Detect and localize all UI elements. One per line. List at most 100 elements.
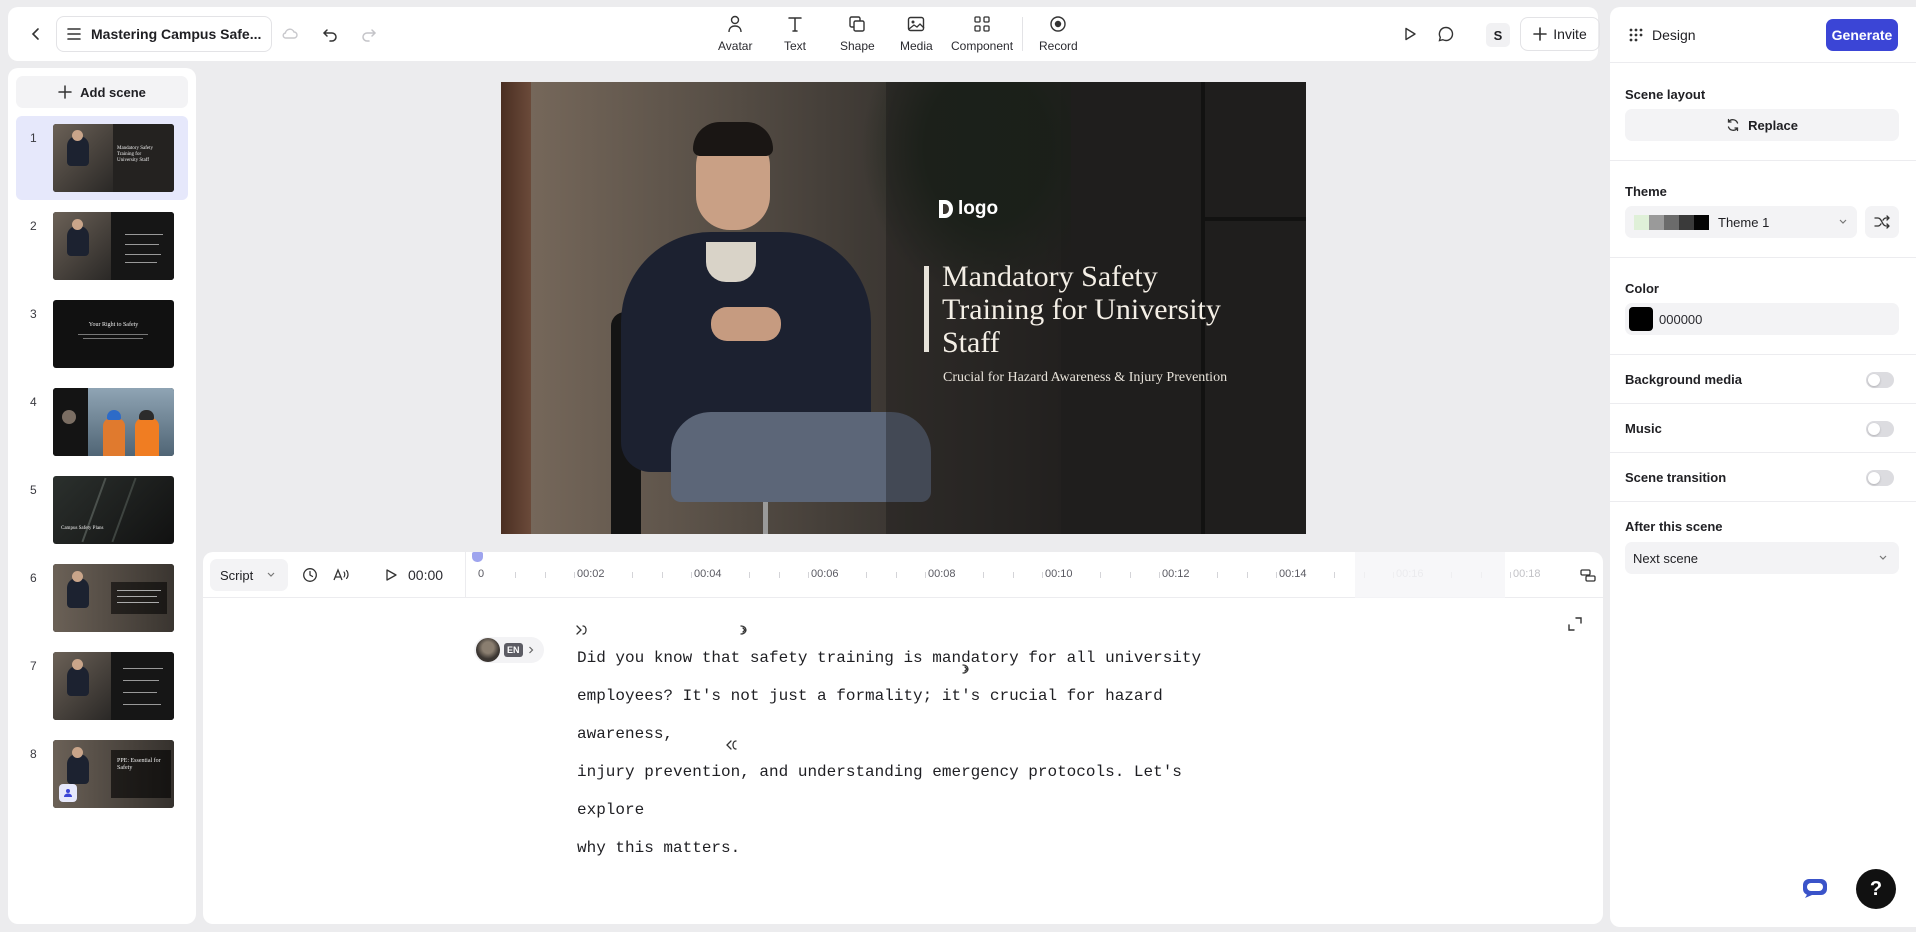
background-media-section: Background media xyxy=(1610,355,1916,404)
scene-item-7[interactable]: 7 xyxy=(16,644,188,728)
timeline-tick xyxy=(1275,572,1277,578)
add-scene-label: Add scene xyxy=(80,84,146,100)
scene-item-1[interactable]: 1 Mandatory Safety Training for Universi… xyxy=(16,116,188,200)
user-avatar[interactable]: S xyxy=(1486,23,1510,47)
scene-canvas[interactable]: logo Mandatory Safety Training for Unive… xyxy=(501,82,1306,534)
play-icon xyxy=(386,569,397,581)
color-input[interactable]: 000000 xyxy=(1625,303,1899,335)
generate-button[interactable]: Generate xyxy=(1826,19,1898,51)
after-scene-dropdown[interactable]: Next scene xyxy=(1625,542,1899,574)
music-section: Music xyxy=(1610,404,1916,453)
tool-record[interactable]: Record xyxy=(1039,13,1078,53)
slide-subtitle[interactable]: Crucial for Hazard Awareness & Injury Pr… xyxy=(943,370,1227,386)
avatar-badge-icon xyxy=(59,784,77,802)
theme-dropdown[interactable]: Theme 1 xyxy=(1625,206,1857,238)
color-label: Color xyxy=(1625,281,1659,296)
logo-mark-icon xyxy=(939,200,953,218)
cloud-sync-icon xyxy=(276,20,304,48)
theme-swatch xyxy=(1679,214,1694,230)
timeline-tick-label: 00:04 xyxy=(694,568,722,580)
animation-marker-icon[interactable] xyxy=(574,624,590,636)
theme-value: Theme 1 xyxy=(1718,214,1770,230)
invite-button[interactable]: Invite xyxy=(1520,17,1600,51)
replace-layout-button[interactable]: Replace xyxy=(1625,109,1899,141)
title-accent-bar xyxy=(924,266,929,352)
shuffle-theme-button[interactable] xyxy=(1865,206,1899,238)
scene-list-panel: Add scene 1 Mandatory Safety Training fo… xyxy=(8,68,196,924)
tool-component[interactable]: Component xyxy=(951,13,1013,53)
scene-item-5[interactable]: 5 Campus Safety Plans xyxy=(16,468,188,552)
scene-thumbnail xyxy=(53,652,174,720)
color-value: 000000 xyxy=(1659,311,1703,327)
tool-media-label: Media xyxy=(900,39,933,53)
scene-thumb-text: Your Right to Safety xyxy=(88,322,139,328)
scene-thumb-text: PPE: Essential for Safety xyxy=(117,758,161,771)
tool-text[interactable]: Text xyxy=(784,13,806,53)
undo-button[interactable] xyxy=(316,20,344,48)
menu-button[interactable] xyxy=(57,17,91,51)
voice-avatar xyxy=(476,638,500,662)
timeline-tick xyxy=(1246,572,1248,578)
theme-swatch xyxy=(1694,214,1709,230)
chat-support-button[interactable] xyxy=(1798,871,1832,905)
tool-shape[interactable]: Shape xyxy=(840,13,875,53)
expand-icon[interactable] xyxy=(1567,616,1583,632)
brand-logo[interactable]: logo xyxy=(937,198,998,220)
scene-number: 6 xyxy=(30,571,37,585)
redo-button[interactable] xyxy=(355,20,383,48)
after-scene-label: After this scene xyxy=(1625,519,1723,534)
play-icon xyxy=(1405,27,1416,41)
scene-thumb-text: Mandatory Safety Training for University… xyxy=(117,146,153,163)
tool-avatar[interactable]: Avatar xyxy=(718,13,752,53)
project-name[interactable]: Mastering Campus Safe... xyxy=(91,26,263,42)
scene-item-4[interactable]: 4 xyxy=(16,380,188,464)
timing-button[interactable] xyxy=(296,561,324,589)
scene-thumbnail xyxy=(53,564,174,632)
music-toggle[interactable] xyxy=(1866,421,1894,437)
component-icon xyxy=(973,13,991,35)
add-scene-button[interactable]: Add scene xyxy=(16,76,188,108)
script-editor[interactable]: Did you know that safety training is man… xyxy=(577,639,1257,867)
scene-thumbnail xyxy=(53,388,174,456)
replace-icon xyxy=(1727,118,1739,132)
scene-item-3[interactable]: 3 Your Right to Safety xyxy=(16,292,188,376)
design-title: Design xyxy=(1652,27,1696,43)
media-icon xyxy=(907,13,925,35)
scene-item-2[interactable]: 2 xyxy=(16,204,188,288)
color-swatch[interactable] xyxy=(1629,307,1653,331)
timeline-tick xyxy=(807,572,809,578)
timeline-bar: Script 00:00 0 00:02 00:04 00:06 00:08 00:10 0… xyxy=(203,552,1603,598)
playhead[interactable] xyxy=(472,552,483,562)
theme-swatch xyxy=(1649,214,1664,230)
scene-thumbnail: PPE: Essential for Safety xyxy=(53,740,174,808)
timeline-tick xyxy=(690,572,692,578)
scene-thumbnail: Campus Safety Plans xyxy=(53,476,174,544)
scene-thumb-text: Campus Safety Plans xyxy=(61,526,104,531)
chevron-down-icon xyxy=(1879,555,1887,560)
timeline-tick-label: 00:08 xyxy=(928,568,956,580)
avatar-hair xyxy=(693,122,773,156)
help-button[interactable]: ? xyxy=(1856,869,1896,909)
color-section: Color 000000 xyxy=(1610,258,1916,355)
back-button[interactable] xyxy=(22,20,50,48)
slide-title[interactable]: Mandatory Safety Training for University… xyxy=(942,260,1242,359)
design-tab[interactable]: Design xyxy=(1628,27,1696,43)
preview-play-button[interactable] xyxy=(1396,20,1424,48)
tool-media[interactable]: Media xyxy=(900,13,933,53)
voice-settings-button[interactable] xyxy=(327,561,355,589)
comments-button[interactable] xyxy=(1432,20,1460,48)
background-media-toggle[interactable] xyxy=(1866,372,1894,388)
script-mode-dropdown[interactable]: Script xyxy=(210,559,288,591)
timeline-toggle-button[interactable] xyxy=(1574,561,1602,589)
timeline-tick xyxy=(924,572,926,578)
script-line: Did you know that safety training is man… xyxy=(577,649,1202,667)
chevron-right-icon xyxy=(528,646,533,654)
animation-marker-icon[interactable] xyxy=(737,624,751,636)
scene-item-8[interactable]: 8 PPE: Essential for Safety xyxy=(16,732,188,816)
scene-item-6[interactable]: 6 xyxy=(16,556,188,640)
timeline-play-button[interactable] xyxy=(377,561,405,589)
scene-transition-toggle[interactable] xyxy=(1866,470,1894,486)
script-panel: Script 00:00 0 00:02 00:04 00:06 00:08 00:10 0… xyxy=(203,552,1603,924)
voice-selector[interactable]: EN xyxy=(474,637,544,663)
scene-layout-label: Scene layout xyxy=(1625,87,1706,102)
